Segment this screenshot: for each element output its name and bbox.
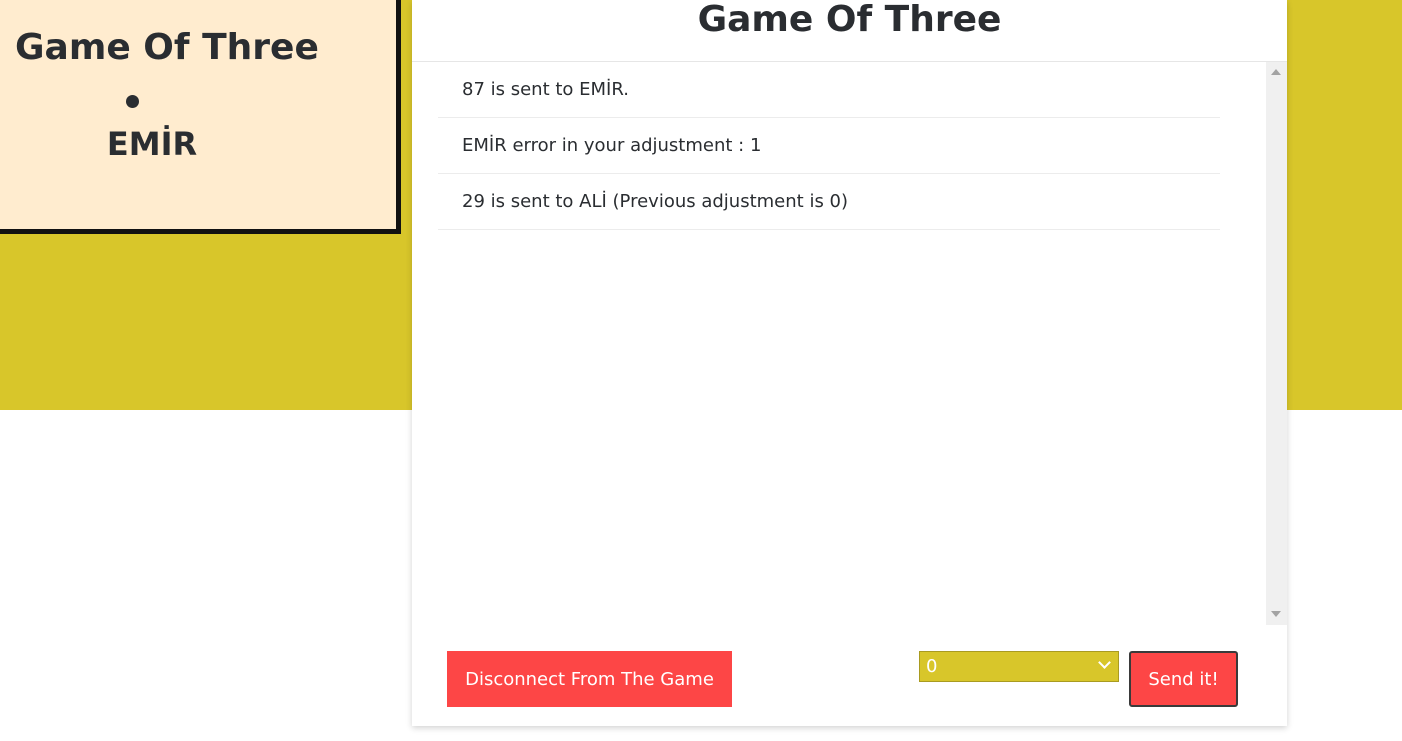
send-button[interactable]: Send it! <box>1129 651 1238 707</box>
disconnect-button[interactable]: Disconnect From The Game <box>447 651 732 707</box>
scroll-down-arrow-icon[interactable] <box>1271 611 1281 617</box>
game-title: Game Of Three <box>697 0 1002 40</box>
message-list: 87 is sent to EMİR. EMİR error in your a… <box>412 62 1266 230</box>
players-panel: Game Of Three EMİR <box>0 0 401 234</box>
game-header: Game Of Three <box>412 0 1287 62</box>
scroll-up-arrow-icon[interactable] <box>1271 69 1281 75</box>
game-card: Game Of Three 87 is sent to EMİR. EMİR e… <box>412 0 1287 726</box>
adjustment-select-wrapper: 0 <box>919 651 1119 682</box>
list-item: 29 is sent to ALİ (Previous adjustment i… <box>438 174 1220 230</box>
player-name: EMİR <box>106 125 198 163</box>
player-bullet-icon <box>126 95 139 108</box>
list-item: EMİR error in your adjustment : 1 <box>438 118 1220 174</box>
adjustment-select[interactable]: 0 <box>919 651 1119 682</box>
list-item: 87 is sent to EMİR. <box>438 62 1220 118</box>
players-panel-title: Game Of Three <box>15 27 319 68</box>
log-scrollbar[interactable] <box>1266 62 1287 625</box>
message-log: 87 is sent to EMİR. EMİR error in your a… <box>412 62 1266 625</box>
